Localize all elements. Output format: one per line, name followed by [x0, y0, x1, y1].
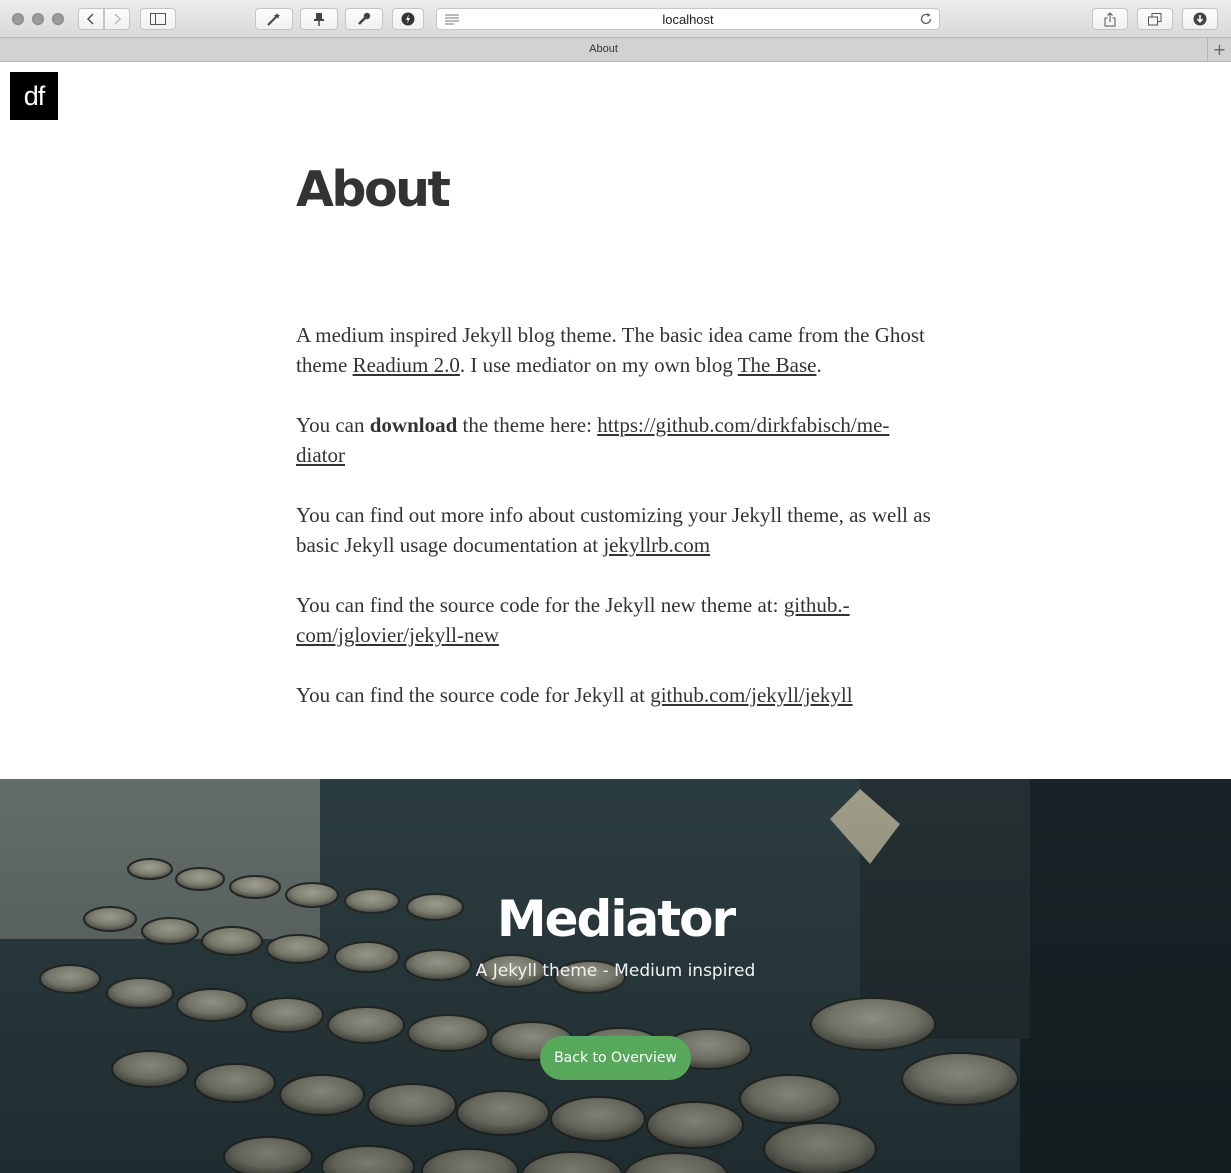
- extension-button-3[interactable]: [345, 8, 383, 30]
- forward-button[interactable]: [104, 8, 130, 30]
- back-to-overview-button[interactable]: Back to Overview: [540, 1036, 691, 1080]
- zoom-window-button[interactable]: [52, 13, 64, 25]
- paragraph-text: . I use mediator on my own blog: [459, 353, 738, 377]
- paragraph-text: You can: [296, 413, 370, 437]
- tab-bar: About +: [0, 38, 1231, 62]
- download-icon: [1193, 12, 1207, 26]
- extension-button-4[interactable]: [392, 8, 424, 30]
- site-logo[interactable]: df: [10, 72, 58, 120]
- url-text: localhost: [662, 12, 714, 27]
- paragraph-text: .: [816, 353, 822, 377]
- address-bar[interactable]: localhost: [436, 8, 940, 30]
- share-icon: [1104, 11, 1116, 26]
- paragraph-jekyll-new: You can find the source code for the Jek…: [296, 590, 938, 650]
- paragraph-text: the theme here:: [457, 413, 598, 437]
- sidebar-button[interactable]: [140, 8, 176, 30]
- pin-icon: [314, 13, 324, 26]
- page-title: About: [296, 161, 451, 218]
- paragraph-jekyll-source: You can find the source code for Jekyll …: [296, 680, 938, 710]
- footer-subtitle: A Jekyll theme - Medium inspired: [475, 961, 756, 981]
- close-window-button[interactable]: [12, 13, 24, 25]
- the-base-link[interactable]: The Base: [738, 353, 817, 377]
- sidebar-icon: [150, 13, 166, 25]
- jekyllrb-link[interactable]: jekyllrb.com: [603, 533, 710, 557]
- browser-toolbar: localhost: [0, 0, 1231, 38]
- new-tab-button[interactable]: +: [1207, 38, 1231, 61]
- downloads-button[interactable]: [1182, 8, 1218, 30]
- magic-wand-icon: [267, 13, 280, 26]
- extension-button-1[interactable]: [255, 8, 293, 30]
- reload-icon[interactable]: [919, 12, 933, 26]
- bold-text: download: [369, 413, 458, 437]
- paragraph-docs: You can find out more info about customi…: [296, 500, 938, 560]
- paragraph-text: You can find the source code for the Jek…: [296, 593, 784, 617]
- wrench-icon: [358, 12, 371, 25]
- back-button[interactable]: [78, 8, 104, 30]
- jekyll-source-link[interactable]: github.com/jekyll/jekyll: [650, 683, 852, 707]
- share-button[interactable]: [1092, 8, 1128, 30]
- extension-button-2[interactable]: [300, 8, 338, 30]
- footer-title: Mediator: [496, 890, 736, 948]
- show-tabs-button[interactable]: [1137, 8, 1173, 30]
- readium-link[interactable]: Readium 2.0: [353, 353, 460, 377]
- article-body: A medium inspired Jekyll blog theme. The…: [296, 320, 938, 740]
- chevron-left-icon: [86, 13, 94, 25]
- minimize-window-button[interactable]: [32, 13, 44, 25]
- chevron-right-icon: [114, 13, 122, 25]
- article: About A medium inspired Jekyll blog them…: [296, 160, 938, 707]
- paragraph-download: You can download the theme here: https:/…: [296, 410, 938, 470]
- ghostery-icon: [401, 12, 415, 26]
- paragraph-text: You can find the source code for Jekyll …: [296, 683, 651, 707]
- paragraph-intro: A medium inspired Jekyll blog theme. The…: [296, 320, 938, 380]
- tab-about[interactable]: About: [0, 43, 1207, 55]
- tabs-icon: [1148, 12, 1162, 25]
